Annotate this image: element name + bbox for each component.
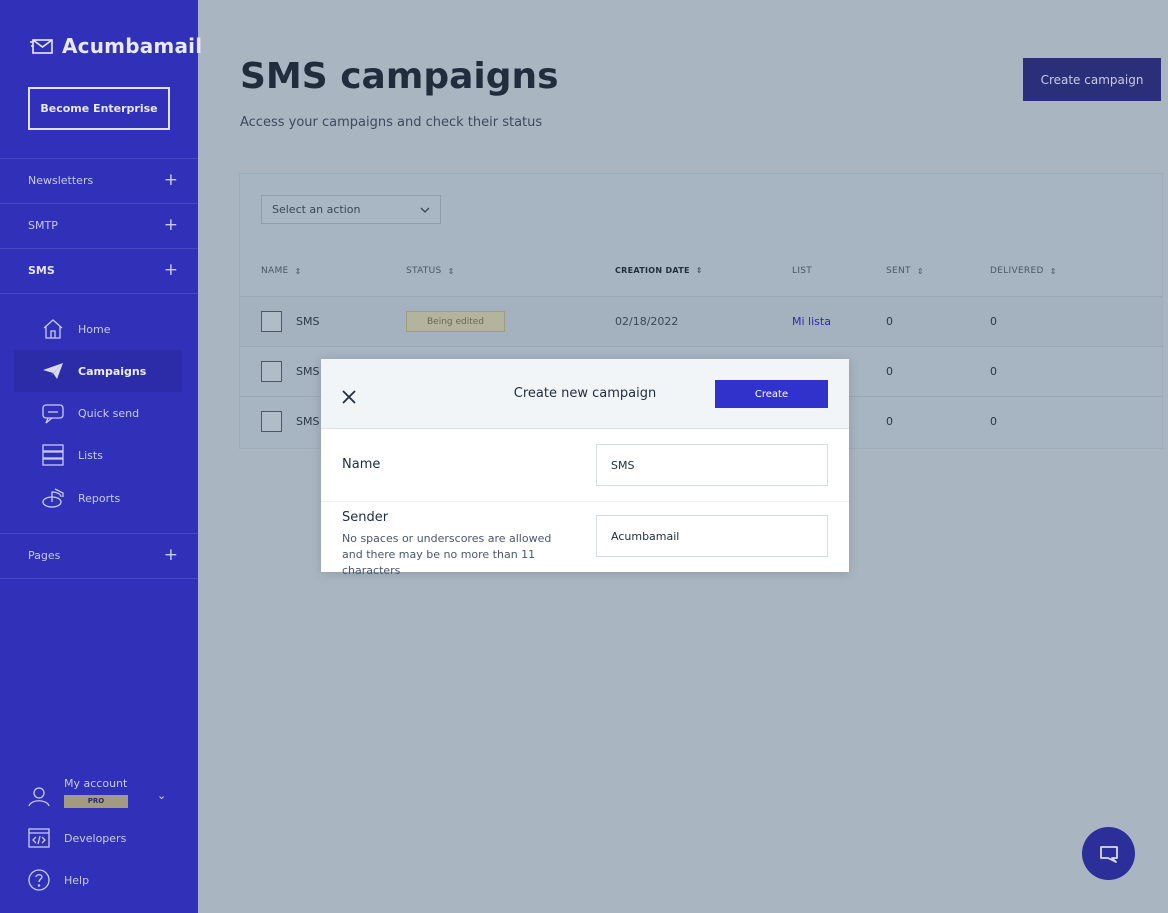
chevron-down-icon [420,207,430,213]
sidebar-divider [0,293,198,294]
page-subtitle: Access your campaigns and check their st… [240,115,543,130]
list-link[interactable]: Mi lista [792,315,831,328]
support-chat-button[interactable] [1082,827,1135,880]
plus-icon[interactable]: + [164,546,178,564]
status-badge: Being edited [406,311,505,332]
campaign-name[interactable]: SMS [296,365,319,378]
sidebar-item-home[interactable]: Home [14,308,182,350]
plus-icon[interactable]: + [164,171,178,189]
sidebar-divider [0,578,198,579]
modal-divider [321,501,849,502]
sidebar-item-label: Reports [78,491,121,505]
row-checkbox[interactable] [261,311,282,332]
help-label: Help [64,873,90,887]
sidebar-item-label: Campaigns [78,364,147,378]
sidebar-section-pages[interactable]: Pages + [0,533,198,577]
become-enterprise-button[interactable]: Become Enterprise [28,87,170,130]
brand-name: Acumbamail [62,34,203,58]
paper-plane-icon [43,363,63,379]
column-header-sent[interactable]: SENT ⇕ [886,266,924,276]
sidebar-section-newsletters[interactable]: Newsletters + [0,158,198,202]
column-header-label: NAME [261,266,289,276]
column-header-creation-date[interactable]: CREATION DATE ⇕ [615,266,703,275]
sidebar-item-label: Home [78,322,111,336]
sidebar-item-campaigns[interactable]: Campaigns [14,350,182,392]
sidebar-section-label: Newsletters [28,173,94,187]
envelope-icon [30,39,53,54]
sidebar-item-help[interactable]: Help [28,869,89,891]
list-icon [42,444,64,466]
column-header-label: SENT [886,266,911,276]
chat-icon [1099,845,1118,863]
sidebar-item-quick-send[interactable]: Quick send [14,392,182,434]
table-row[interactable]: SMS Being edited 02/18/2022 Mi lista 0 0 [240,296,1162,346]
modal-header: Create new campaign Create [321,359,849,429]
sort-icon[interactable]: ⇕ [295,267,302,276]
campaign-name[interactable]: SMS [296,415,319,428]
sidebar-section-smtp[interactable]: SMTP + [0,203,198,247]
page-title: SMS campaigns [240,56,559,97]
sender-field[interactable] [596,515,828,557]
plan-badge: PRO [64,795,128,808]
bulk-action-placeholder: Select an action [272,203,361,216]
code-window-icon [28,828,50,848]
column-header-delivered[interactable]: DELIVERED ⇕ [990,266,1057,276]
plus-icon[interactable]: + [164,216,178,234]
sort-icon[interactable]: ⇕ [696,266,703,275]
column-header-status[interactable]: STATUS ⇕ [406,266,455,276]
sidebar-section-sms[interactable]: SMS + [0,248,198,292]
brand-logo[interactable]: Acumbamail [30,34,202,58]
row-checkbox[interactable] [261,411,282,432]
bulk-action-select[interactable]: Select an action [261,195,441,224]
name-field[interactable] [596,444,828,486]
sidebar-item-developers[interactable]: Developers [28,827,126,849]
my-account-label: My account [64,777,128,790]
sidebar: Acumbamail Become Enterprise Newsletters… [0,0,202,913]
delivered-count: 0 [990,365,997,378]
name-field-label: Name [342,457,381,472]
developers-label: Developers [64,831,127,845]
sidebar-section-label: SMS [28,263,55,277]
sent-count: 0 [886,415,893,428]
pie-chart-icon [42,488,64,508]
column-header-label: LIST [792,266,813,276]
create-campaign-button[interactable]: Create campaign [1023,58,1161,101]
chat-bubble-icon [42,404,64,424]
chevron-down-icon[interactable]: ⌄ [157,789,166,802]
delivered-count: 0 [990,315,997,328]
column-header-label: STATUS [406,266,442,276]
sender-field-label: Sender [342,510,389,525]
sort-icon[interactable]: ⇕ [917,267,924,276]
row-checkbox[interactable] [261,361,282,382]
user-icon [28,786,50,806]
sidebar-section-label: Pages [28,548,61,562]
sidebar-item-label: Lists [78,448,103,462]
campaign-name[interactable]: SMS [296,315,319,328]
sender-help-text: No spaces or underscores are allowed and… [342,532,552,577]
column-header-label: DELIVERED [990,266,1044,276]
my-account-menu[interactable]: My account PRO [28,777,128,808]
create-campaign-modal: Create new campaign Create Name Sender N… [321,359,849,577]
column-header-label: CREATION DATE [615,266,690,275]
column-header-list: LIST [792,266,812,276]
sort-icon[interactable]: ⇕ [448,267,455,276]
sidebar-section-label: SMTP [28,218,58,232]
sidebar-item-reports[interactable]: Reports [14,477,182,519]
modal-create-button[interactable]: Create [715,380,828,408]
creation-date: 02/18/2022 [615,315,679,328]
sidebar-item-lists[interactable]: Lists [14,434,182,476]
sidebar-item-label: Quick send [78,406,140,420]
sent-count: 0 [886,365,893,378]
sort-icon[interactable]: ⇕ [1050,267,1057,276]
home-icon [43,319,63,339]
delivered-count: 0 [990,415,997,428]
help-icon [28,869,50,891]
sent-count: 0 [886,315,893,328]
column-header-name[interactable]: NAME ⇕ [261,266,302,276]
plus-icon[interactable]: + [164,261,178,279]
